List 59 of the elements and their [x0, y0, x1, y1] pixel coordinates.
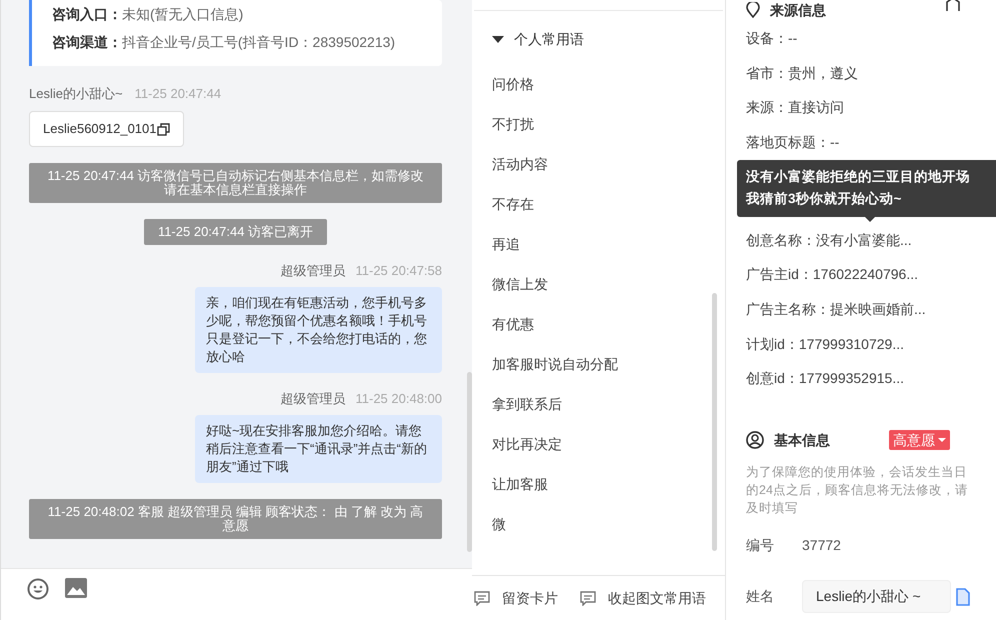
- message-time: 11-25 20:48:00: [356, 390, 442, 408]
- phrase-item[interactable]: 再追: [492, 234, 520, 254]
- footer-button[interactable]: 留资卡片: [474, 588, 558, 608]
- phrase-item[interactable]: 有优惠: [492, 314, 534, 334]
- sender-name: 超级管理员: [280, 262, 346, 280]
- comment-icon: [474, 590, 490, 606]
- scrollbar[interactable]: [467, 372, 472, 552]
- message-bubble: 好哒~现在安排客服加您介绍哈。请您稍后注意查看一下“通讯录”并点击“新的朋友”通过下哦: [195, 415, 442, 483]
- info-line: 咨询渠道：抖音企业号/员工号(抖音号ID：2839502213): [52, 33, 396, 52]
- field-label: 姓名: [746, 587, 775, 606]
- field-value: 37772: [802, 536, 841, 556]
- field-label: 编号: [746, 536, 775, 556]
- emoji-icon[interactable]: [27, 578, 49, 600]
- user-icon: [746, 431, 764, 450]
- system-message: 11-25 20:47:44 访客微信号已自动标记右侧基本信息栏，如需修改请在基本信息栏直接操作: [29, 163, 442, 203]
- section-title: 来源信息: [770, 0, 826, 20]
- phrase-item[interactable]: 问价格: [492, 74, 534, 94]
- tooltip-text: 我猜前3秒你就开始心动~: [746, 190, 902, 208]
- scrollbar[interactable]: [712, 293, 717, 551]
- source-field: 落地页标题：--: [746, 132, 840, 153]
- phrase-item[interactable]: 微: [492, 514, 506, 534]
- section-title: 基本信息: [774, 430, 830, 450]
- name-field[interactable]: Leslie的小甜心 ~: [802, 580, 951, 614]
- sender-name: Leslie的小甜心~: [29, 85, 123, 103]
- source-field: 广告主名称：提米映画婚前...: [746, 298, 926, 320]
- phrase-item[interactable]: 活动内容: [492, 154, 548, 174]
- contact-card[interactable]: Leslie560912_0101: [29, 111, 184, 147]
- caret-down-icon: [938, 438, 946, 442]
- status-dropdown[interactable]: 高意愿: [889, 430, 950, 450]
- phrase-item[interactable]: 让加客服: [492, 474, 548, 494]
- comment-icon: [580, 590, 596, 606]
- source-field: 广告主id：176022240796...: [746, 264, 918, 286]
- message-time: 11-25 20:47:58: [356, 262, 442, 280]
- message-time: 11-25 20:47:44: [134, 85, 222, 103]
- phrase-item[interactable]: 拿到联系后: [492, 394, 562, 414]
- copy-icon: [955, 588, 971, 606]
- phrase-item[interactable]: 对比再决定: [492, 434, 562, 454]
- copy-icon: [156, 122, 170, 136]
- phrase-group[interactable]: 个人常用语: [492, 27, 705, 51]
- image-icon[interactable]: [65, 578, 87, 598]
- location-pin-icon: [746, 2, 760, 18]
- notice-text: 为了保障您的使用体验，会话发生当日的24点之后，顾客信息将无法修改，请及时填写: [746, 464, 969, 518]
- message-bubble: 亲，咱们现在有钜惠活动，您手机号多少呢，帮您预留个优惠名额哦！手机号只是登记一下，不会给您打电话的，您放心哈: [195, 287, 442, 373]
- sender-name: 超级管理员: [280, 390, 346, 408]
- source-field: 省市：贵州，遵义: [746, 62, 858, 84]
- source-field: 计划id：177999310729...: [746, 334, 904, 355]
- system-message: 11-25 20:48:02 客服 超级管理员 编辑 顾客状态： 由 了解 改为 高意愿: [29, 499, 442, 539]
- phrase-item[interactable]: 不存在: [492, 194, 534, 214]
- source-field: 来源：直接访问: [746, 97, 844, 118]
- tooltip-text: 没有小富婆能拒绝的三亚目的地开场: [746, 168, 971, 186]
- source-field: 创意名称：没有小富婆能...: [746, 230, 912, 251]
- phrase-item[interactable]: 不打扰: [492, 114, 534, 134]
- phrase-item[interactable]: 微信上发: [492, 274, 548, 294]
- source-field: 创意id：177999352915...: [746, 368, 904, 390]
- phrase-item[interactable]: 加客服时说自动分配: [492, 354, 618, 374]
- info-line: 咨询入口：未知(暂无入口信息): [52, 5, 244, 24]
- footer-button[interactable]: 收起图文常用语: [580, 588, 706, 608]
- source-field: 设备：--: [746, 28, 798, 49]
- system-message: 11-25 20:47:44 访客已离开: [144, 219, 328, 245]
